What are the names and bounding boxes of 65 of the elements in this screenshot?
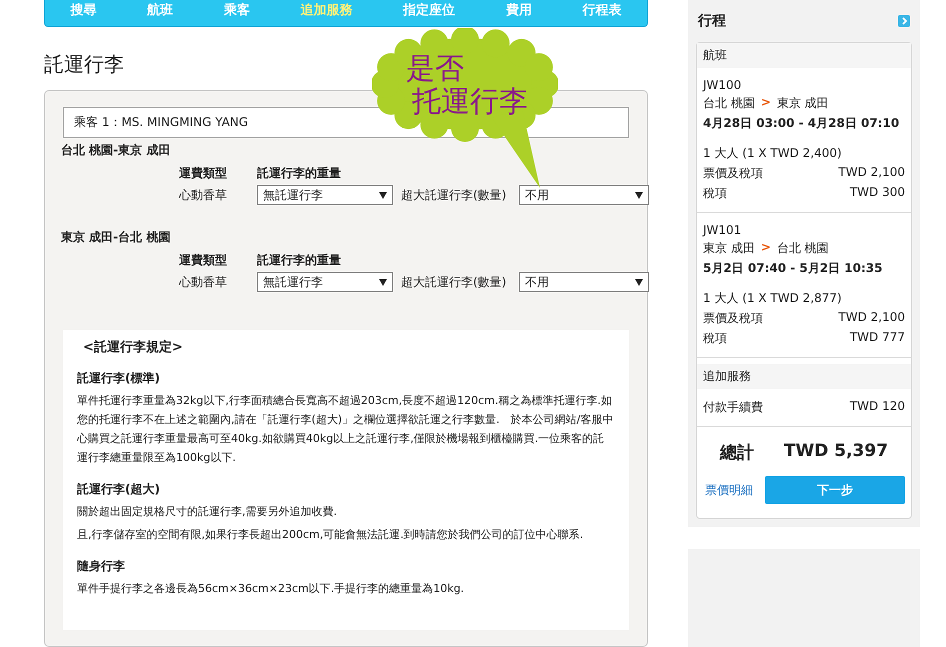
fare-type: 心動香草 [179,186,228,204]
flights-heading: 航班 [697,43,911,68]
total-label: 總計 [720,442,754,464]
rule-text: 關於超出固定規格尺寸的託運行李,需要另外追加收費. [77,504,338,520]
weight-label: 託運行李的重量 [257,252,342,269]
route-label: 台北 桃園-東京 成田 [61,142,172,159]
price-label: 稅項 [703,330,727,347]
price-amount: TWD 2,100 [838,165,905,181]
oversize-label: 超大託運行李(數量) [401,186,508,204]
route-label: 東京 成田-台北 桃園 [61,229,172,246]
rules-title: <託運行李規定> [83,338,184,356]
price-label: 稅項 [703,185,727,202]
origin: 東京 成田 [703,240,755,257]
destination: 台北 桃園 [776,240,829,257]
caret-icon [379,278,387,286]
flight-time: 5月2日 07:40 - 5月2日 10:35 [703,260,884,277]
oversize-dropdown[interactable]: 不用 [519,185,649,205]
origin: 台北 桃園 [703,95,755,112]
arrow-sign: > [760,95,771,111]
rule-text: 且,行李儲存室的空間有限,如果行李長超出200cm,可能會無法託運.到時請您於我們公司的訂位中心聯系. [77,527,584,543]
rule-heading: 託運行李(標準) [77,370,161,387]
passenger-fare: 1 大人 (1 X TWD 2,400) [703,145,842,162]
fare-details-link[interactable]: 票價明細 [705,482,753,498]
oversize-label: 超大託運行李(數量) [401,274,508,290]
total-amount: TWD 5,397 [784,441,888,463]
extra-label: 付款手續費 [703,399,763,416]
callout-text: 是否 [406,52,465,85]
nav-tab[interactable]: 搜尋 [70,0,96,19]
caret-icon [379,192,387,198]
price-label: 票價及稅項 [703,165,763,182]
extras-heading: 追加服務 [697,364,911,389]
flight-number: JW100 [703,78,742,92]
weight-dropdown[interactable]: 無託運行李 [257,272,393,292]
nav-tab[interactable]: 費用 [506,0,532,19]
rule-heading: 託運行李(超大) [77,481,161,498]
rule-text: 單件托運行李重量為32kg以下,行李面積總合長寬高不超過203cm,長度不超過120cm.稱之為標準托運行李.如您的托運行李不在上述之範圍內,請在「託運行李(超大)」之欄位選擇欲託運之行李數量. 於本公司網站/客服中心購買之託運行李重量最高可至40kg.如欲購買40kg以上之託運行李,僅限於機場報到櫃檯購買.一位乘客的託運行李總重量限至為100kg以下. [77,393,614,466]
arrow-sign: > [760,240,771,256]
rule-text: 單件手提行李之各邊長為56cm×36cm×23cm以下.手提行李的總重量為10kg. [77,581,466,597]
itinerary-title: 行程 [698,12,726,30]
nav-tab[interactable]: 航班 [147,0,174,19]
rule-heading: 隨身行李 [77,558,126,575]
flight-time: 4月28日 03:00 - 4月28日 07:10 [703,115,900,132]
page-title: 託運行李 [44,51,124,78]
next-button[interactable]: 下一步 [765,476,905,504]
caret-icon [635,278,643,286]
flight-number: JW101 [703,223,742,237]
fare-type: 心動香草 [179,274,228,290]
nav-tab[interactable]: 指定座位 [403,0,456,19]
weight-dropdown[interactable]: 無託運行李 [257,185,393,205]
passenger-fare: 1 大人 (1 X TWD 2,877) [703,290,842,307]
nav-tab[interactable]: 乘客 [224,0,250,19]
price-amount: TWD 2,100 [838,310,905,326]
price-amount: TWD 300 [850,185,905,201]
oversize-dropdown[interactable]: 不用 [519,272,649,292]
price-amount: TWD 777 [850,330,905,346]
nav-tab[interactable]: 追加服務 [300,0,352,19]
price-label: 票價及稅項 [703,310,763,327]
nav-tab[interactable]: 行程表 [582,0,622,19]
destination: 東京 成田 [776,95,829,112]
expand-icon[interactable] [898,15,910,27]
caret-icon [635,192,643,198]
fare-type-label: 運費類型 [179,165,228,182]
weight-label: 託運行李的重量 [257,165,342,182]
fare-type-label: 運費類型 [179,252,228,269]
extra-amount: TWD 120 [850,399,905,415]
